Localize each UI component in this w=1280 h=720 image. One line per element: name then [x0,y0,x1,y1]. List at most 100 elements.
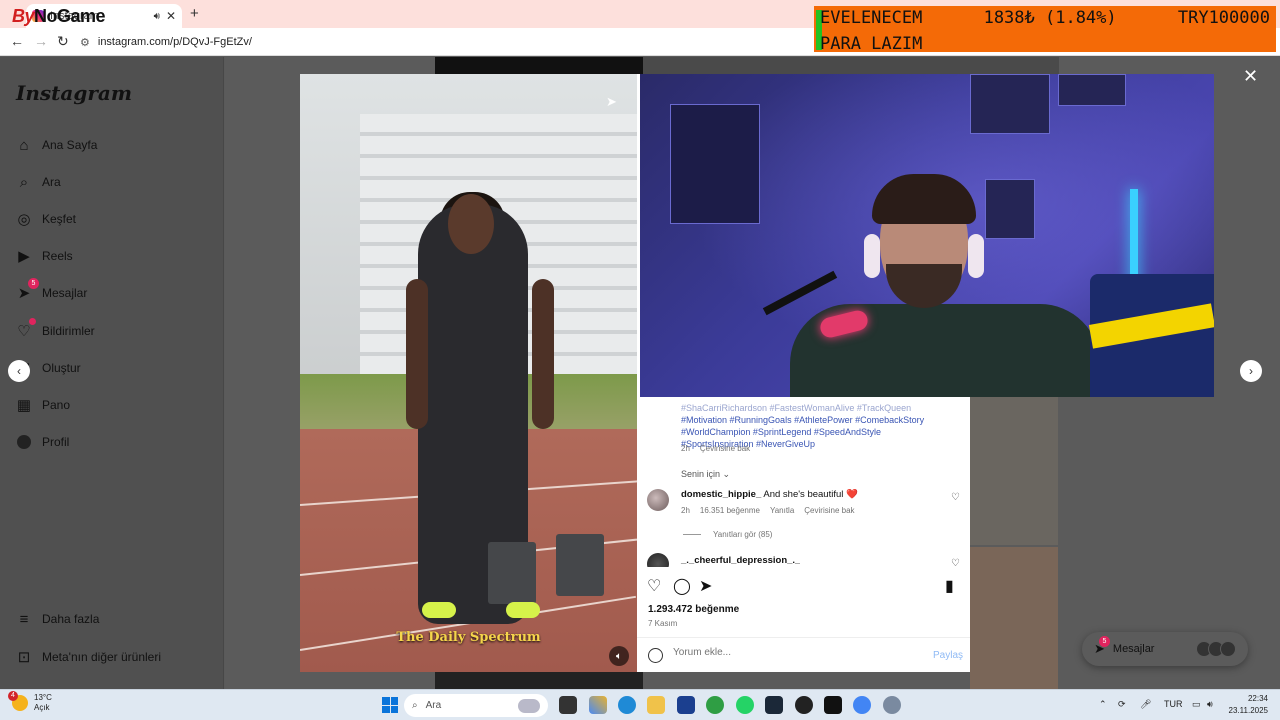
like-count[interactable]: 1.293.472 beğenme [648,604,739,615]
sidebar-item-label: Profil [42,435,70,449]
url-field[interactable]: ⚙︎ instagram.com/p/DQvJ-FgEtZv/ [80,32,815,52]
reload-icon[interactable]: ↻ [57,33,69,50]
file-explorer-icon[interactable] [647,696,665,714]
search-highlight-icon [518,698,540,713]
search-icon: ⌕ [412,700,418,711]
previous-post-button[interactable]: ‹ [8,360,30,382]
speaker-icon[interactable]: 🔊︎ [154,11,160,22]
menu-icon: ≡ [19,610,29,628]
settings-icon[interactable] [883,696,901,714]
comment-input[interactable] [673,647,913,658]
comment-like-icon[interactable]: ♡ [951,492,960,503]
notification-dot [29,318,36,325]
chrome-profile-icon[interactable] [853,696,871,714]
post-comment-button[interactable]: Paylaş [933,650,963,661]
sidebar-item-explore[interactable]: ◎ Keşfet [14,209,76,229]
starting-block [488,542,536,604]
comment-likes[interactable]: 16.351 beğenme [700,506,760,515]
sidebar-item-label: Reels [42,249,73,263]
start-icon[interactable] [382,697,398,713]
caption-meta: 2h Çevirisine bak [681,444,750,453]
messenger-icon: ➤ 5 [14,278,39,303]
sidebar-item-label: Oluştur [42,361,81,375]
stream-brand-logo: ByNoGame [12,6,106,26]
forward-icon[interactable]: → [34,33,48,49]
network-icon[interactable]: ▭ [1192,699,1201,710]
sidebar-item-more[interactable]: ≡ Daha fazla [14,609,100,629]
store-icon[interactable] [677,696,695,714]
app-icon[interactable] [824,696,842,714]
comment-username[interactable]: _._cheerful_depression_._ [681,555,800,566]
new-tab-button[interactable]: + [190,5,199,22]
chevron-up-icon[interactable]: ⌃ [1099,699,1107,710]
reply-link[interactable]: Yanıtla [770,506,794,515]
comment-like-icon[interactable]: ♡ [951,558,960,567]
feed-tile [970,397,1058,545]
view-replies-link[interactable]: Yanıtları gör (85) [683,530,772,539]
comment-text: And she's beautiful ❤️ [763,489,858,500]
close-icon[interactable]: ✕ [1243,66,1258,87]
sidebar-item-label: Bildirimler [42,324,95,338]
taskbar-search[interactable]: ⌕ Ara [404,694,548,717]
comment-icon[interactable]: ◯ [673,576,691,596]
post-video[interactable]: ➤ The Daily Spectrum 🔈︎ [300,74,637,672]
post-actions: ♡ ◯ ➤ ▮ [647,576,961,598]
comment-time: 2h [681,506,690,515]
dashboard-icon: ▦ [16,397,32,414]
avatar[interactable] [647,553,669,567]
sync-icon[interactable]: ⟳ [1118,699,1126,710]
sidebar-item-home[interactable]: ⌂ Ana Sayfa [14,135,97,155]
comment-username[interactable]: domestic_hippie_ [681,489,761,500]
floating-messages-button[interactable]: ➤ 5 Mesajlar [1082,632,1248,666]
system-clock[interactable]: 22:34 23.11.2025 [1224,693,1268,717]
like-icon[interactable]: ♡ [647,576,661,596]
avatar[interactable] [647,489,669,511]
hashtag-line[interactable]: #Motivation #RunningGoals #AthletePower … [681,414,961,426]
home-icon: ⌂ [19,136,29,154]
share-icon[interactable]: ➤ [699,576,712,596]
task-view-icon[interactable] [559,696,577,714]
weather-widget[interactable]: 4 13°C Açık [8,691,52,713]
starting-block [556,534,604,596]
bookmark-icon[interactable]: ▮ [945,576,954,596]
sidebar-item-reels[interactable]: ▶︎ Reels [14,246,73,266]
messages-badge: 5 [28,278,39,289]
emoji-icon[interactable] [648,648,663,663]
sidebar-item-meta[interactable]: ⊡ Meta'nın diğer ürünleri [14,647,161,667]
hashtag-line[interactable]: #WorldChampion #SprintLegend #SpeedAndSt… [681,426,961,438]
sidebar-item-dashboard[interactable]: ▦ Pano [14,395,70,415]
hashtag-line[interactable]: #ShaCarriRichardson #FastestWomanAlive #… [681,402,961,414]
weather-sun-icon: 4 [8,691,28,711]
steam-icon[interactable] [765,696,783,714]
comment-translate-link[interactable]: Çevirisine bak [804,506,854,515]
caption-translate-link[interactable]: Çevirisine bak [700,444,750,453]
site-settings-icon[interactable]: ⚙︎ [80,36,90,49]
share-overlay-icon[interactable]: ➤ [606,94,617,110]
whatsapp-icon[interactable] [736,696,754,714]
sidebar-item-messages[interactable]: ➤ 5 Mesajlar [14,278,87,303]
sidebar-item-profile[interactable]: Profil [14,432,69,452]
caption-time: 2h [681,444,690,453]
edge-icon[interactable] [618,696,636,714]
messages-label: Mesajlar [1112,643,1155,655]
instagram-logo[interactable]: Instagram [16,81,132,105]
chrome-icon[interactable] [706,696,724,714]
sidebar-item-notifications[interactable]: ♡ Bildirimler [14,318,95,341]
language-indicator[interactable]: TUR [1164,699,1183,709]
sidebar-item-label: Ana Sayfa [42,138,98,152]
sidebar: Instagram ⌂ Ana Sayfa ⌕ Ara ◎ Keşfet ▶︎ … [0,57,224,689]
back-icon[interactable]: ← [10,33,24,49]
profile-avatar [14,432,34,452]
mic-icon[interactable]: 🎤︎ [1140,699,1151,710]
sidebar-item-search[interactable]: ⌕ Ara [14,172,61,192]
volume-icon[interactable]: 🔊︎ [1207,699,1213,710]
sidebar-item-label: Daha fazla [42,612,100,626]
copilot-icon[interactable] [589,696,607,714]
obs-icon[interactable] [795,696,813,714]
next-post-button[interactable]: › [1240,360,1262,382]
comment-sort-dropdown[interactable]: Senin için ⌄ [681,469,730,480]
close-tab-icon[interactable]: ✕ [166,9,176,23]
mute-button[interactable]: 🔈︎ [609,646,629,666]
sidebar-item-label: Keşfet [42,212,77,226]
comment-item: domestic_hippie_ And she's beautiful ❤️ … [647,489,858,515]
